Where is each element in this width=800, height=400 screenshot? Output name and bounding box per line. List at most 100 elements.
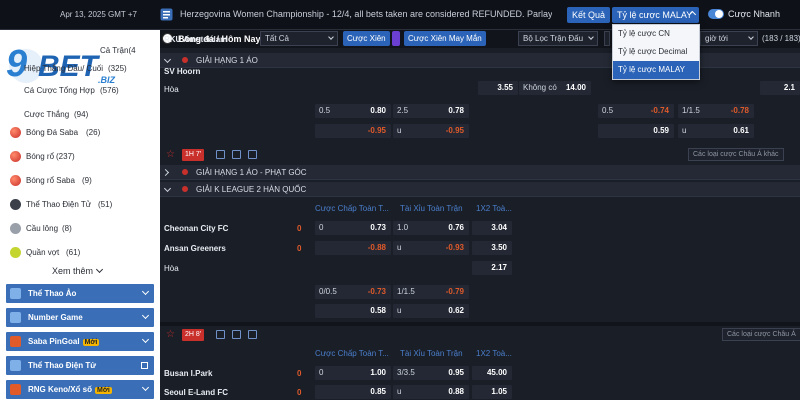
- category-label: RNG Keno/Xổ số: [28, 385, 93, 394]
- sidebar-item-saba-basketball[interactable]: Bóng rổ Saba (9): [0, 170, 160, 192]
- league-header[interactable]: GIẢI K LEAGUE 2 HÀN QUỐC: [160, 182, 800, 197]
- odds-value: 3.50: [491, 243, 507, 252]
- match-control-bar: ☆ 2H 8' Các loại cược Châu Á: [160, 326, 800, 344]
- sidebar-item-basketball[interactable]: Bóng rổ (237): [0, 146, 160, 168]
- odds-cell-handicap-home-2[interactable]: 0/0.5 -0.73: [315, 285, 391, 299]
- league-flag-icon: [182, 57, 188, 63]
- gamepad-icon: [10, 199, 21, 210]
- refresh-icon[interactable]: [248, 330, 257, 339]
- filter-extra-select[interactable]: [604, 31, 610, 46]
- stats-icon[interactable]: [216, 150, 225, 159]
- favorite-star-icon[interactable]: ☆: [166, 329, 175, 340]
- live-time-badge: 1H 7': [182, 149, 205, 161]
- odds-cell-over-2[interactable]: 1/1.5 -0.79: [393, 285, 469, 299]
- filter-select[interactable]: Tất Cả: [260, 31, 338, 46]
- odds-value: 0.88: [448, 387, 464, 396]
- odds-cell-1x2-away[interactable]: 3.50: [472, 241, 512, 255]
- odds-cell-1x2-draw[interactable]: 2.17: [472, 261, 512, 275]
- tv-icon[interactable]: [232, 150, 241, 159]
- odds-cell-under-2[interactable]: u 0.62: [393, 304, 469, 318]
- odds-cell-under[interactable]: u 0.88: [393, 385, 469, 399]
- odds-cell-draw[interactable]: 3.55: [478, 81, 518, 95]
- odds-cell-none[interactable]: Không có 14.00: [519, 81, 591, 95]
- league-name: GIẢI HẠNG 1 ÁO: [196, 56, 258, 65]
- odds-value: -0.95: [367, 126, 386, 135]
- sidebar-item-label: Bóng Đá Saba: [26, 128, 79, 137]
- odds-value: 0.62: [448, 306, 464, 315]
- odds-option-malay[interactable]: Tỷ lệ cược MALAY: [613, 61, 699, 79]
- results-button[interactable]: Kết Quả: [567, 7, 611, 23]
- see-more-button[interactable]: Xem thêm: [52, 265, 104, 276]
- category-esports[interactable]: Thể Thao Điện Tử: [6, 356, 154, 375]
- quick-bet-toggle[interactable]: [708, 9, 724, 19]
- odds-cell-under[interactable]: u -0.93: [393, 241, 469, 255]
- odds-cell-under[interactable]: u -0.95: [393, 124, 469, 138]
- odds-cell-handicap-away[interactable]: 0.85: [315, 385, 391, 399]
- other-bets-dropdown[interactable]: Các loại cược Châu Á: [722, 328, 800, 341]
- time-range-select[interactable]: giờ tới: [700, 31, 758, 46]
- odds-cell-handicap-away-2[interactable]: 0.59: [598, 124, 674, 138]
- league-header[interactable]: GIẢI HẠNG 1 ÁO: [160, 53, 800, 68]
- other-bets-dropdown[interactable]: Các loại cược Châu Á khác: [688, 148, 784, 161]
- sidebar-item-half-winner[interactable]: Hiệp Thắng Đầu/ Cuối (325): [0, 58, 160, 80]
- odds-cell-handicap-away-2[interactable]: 0.58: [315, 304, 391, 318]
- odds-value: -0.73: [367, 287, 386, 296]
- odds-cell-1x2-home[interactable]: 3.04: [472, 221, 512, 235]
- favorite-star-icon[interactable]: ☆: [166, 149, 175, 160]
- chevron-down-icon: [141, 383, 150, 392]
- league-flag-icon: [182, 186, 188, 192]
- odds-cell-under-2[interactable]: u 0.61: [678, 124, 754, 138]
- category-saba-pingoal[interactable]: Saba PinGoal Mới: [6, 332, 154, 351]
- new-badge: Mới: [95, 387, 112, 394]
- odds-cell-1x2[interactable]: 2.1: [760, 81, 800, 95]
- sidebar-item-count: (237): [56, 152, 75, 161]
- sidebar-item-saba-soccer[interactable]: Bóng Đá Saba (26): [0, 122, 160, 144]
- refresh-icon[interactable]: [248, 150, 257, 159]
- column-headers: Cược Chấp Toàn T... Tài Xỉu Toàn Trận 1X…: [160, 202, 800, 216]
- odds-cell-over[interactable]: 3/3.5 0.95: [393, 366, 469, 380]
- chevron-right-icon: [161, 168, 170, 177]
- odds-cell-handicap-away[interactable]: -0.95: [315, 124, 391, 138]
- category-label: Number Game: [28, 313, 83, 322]
- odds-cell-1x2-home[interactable]: 45.00: [472, 366, 512, 380]
- team-name: Cheonan City FC: [164, 224, 229, 233]
- odds-option-decimal[interactable]: Tỷ lệ cược Decimal: [613, 43, 699, 61]
- odds-cell-handicap[interactable]: 0.5 0.80: [315, 104, 391, 118]
- sidebar-item-tennis[interactable]: Quần vợt (61): [0, 242, 160, 264]
- draw-label: Hòa: [164, 85, 179, 94]
- lucky-parlay-button[interactable]: Cược Xiên May Mắn: [404, 31, 486, 46]
- category-virtual-sports[interactable]: Thể Thao Ảo: [6, 284, 154, 303]
- team-score: 0: [297, 369, 302, 378]
- odds-cell-handicap-home[interactable]: 0 1.00: [315, 366, 391, 380]
- odds-cell-over-2[interactable]: 1/1.5 -0.78: [678, 104, 754, 118]
- odds-cell-over[interactable]: 1.0 0.76: [393, 221, 469, 235]
- stats-icon[interactable]: [216, 330, 225, 339]
- parlay-label: Cược Xiên: [347, 34, 386, 43]
- sidebar-item-label: Cá Cược Tổng Hợp: [24, 86, 95, 95]
- tv-icon[interactable]: [232, 330, 241, 339]
- sidebar-item-combo-bets[interactable]: Cá Cược Tổng Hợp (576): [0, 80, 160, 102]
- match-filter-select[interactable]: Bộ Lọc Trận Đấu: [518, 31, 598, 46]
- parlay-button[interactable]: Cược Xiên: [343, 31, 390, 46]
- odds-cell-handicap-2[interactable]: 0.5 -0.74: [598, 104, 674, 118]
- sidebar-item-esports[interactable]: Thể Thao Điện Tử (51): [0, 194, 160, 216]
- category-number-game[interactable]: Number Game: [6, 308, 154, 327]
- announcement-marquee[interactable]: Herzegovina Women Championship - 12/4, a…: [180, 9, 552, 19]
- category-label: Thể Thao Điện Tử: [28, 361, 97, 370]
- odds-value: 0.59: [653, 126, 669, 135]
- odds-cell-handicap-home[interactable]: 0 0.73: [315, 221, 391, 235]
- sidebar-item-badminton[interactable]: Cầu lông (8): [0, 218, 160, 240]
- sidebar-item-label: Thể Thao Điện Tử: [26, 200, 92, 209]
- category-rng-keno[interactable]: RNG Keno/Xổ số Mới: [6, 380, 154, 399]
- parlay-arrow-icon[interactable]: [392, 31, 400, 46]
- odds-type-select[interactable]: Tỷ lệ cược MALAY: [612, 7, 699, 23]
- odds-cell-handicap-away[interactable]: -0.88: [315, 241, 391, 255]
- odds-handicap: 0.5: [319, 106, 331, 115]
- chevron-down-icon: [95, 265, 104, 274]
- odds-cell-1x2-away[interactable]: 1.05: [472, 385, 512, 399]
- chevron-down-icon: [328, 34, 334, 40]
- league-header[interactable]: GIẢI HẠNG 1 ÁO - PHẠT GÓC: [160, 165, 800, 180]
- odds-option-cn[interactable]: Tỷ lệ cược CN: [613, 25, 699, 43]
- odds-cell-over[interactable]: 2.5 0.78: [393, 104, 469, 118]
- filter-select-value: Tất Cả: [265, 34, 290, 43]
